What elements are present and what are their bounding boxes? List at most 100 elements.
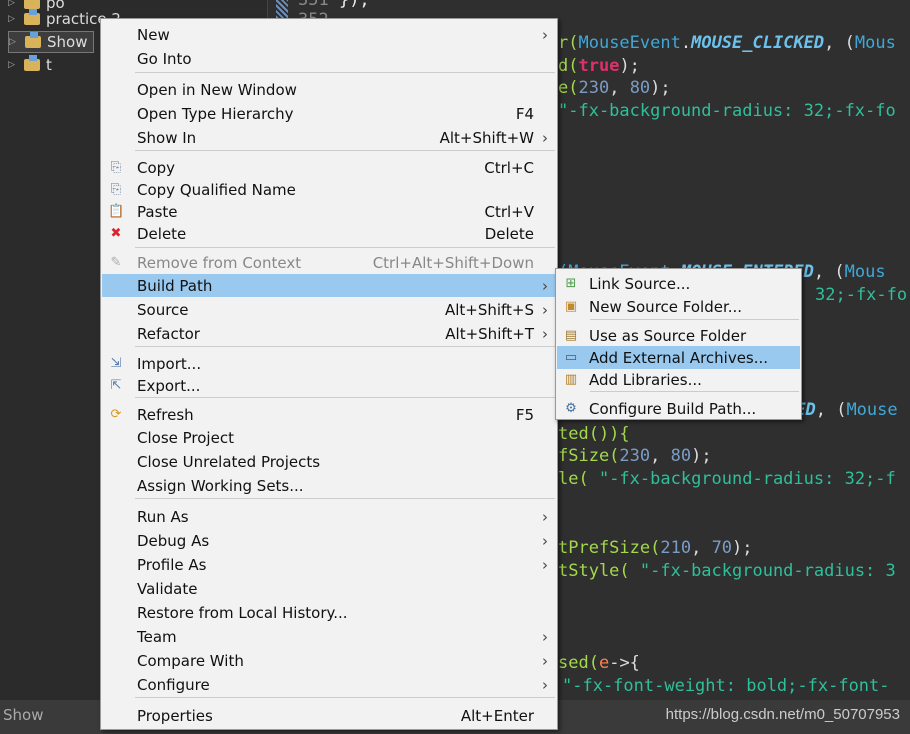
expand-icon[interactable]: ▷ [9,37,19,47]
new-source-folder-icon: ▣ [564,298,578,314]
submenu-arrow-icon: › [542,25,548,44]
menu-item-remove-from-context: ✎ Remove from Context Ctrl+Alt+Shift+Down [102,251,556,274]
expand-icon[interactable]: ▷ [8,14,18,24]
menu-item-restore-from-local-history[interactable]: Restore from Local History... [102,601,556,624]
tree-item-show[interactable]: ▷ Show [8,31,95,53]
menu-item-label: Configure [137,675,210,694]
menu-item-copy[interactable]: ⎘ Copy Ctrl+C [102,156,556,179]
shortcut-label: Alt+Shift+T [445,324,534,343]
menu-separator [135,697,555,698]
code-line: 32;-fx-fo [815,285,908,305]
submenu-arrow-icon: › [542,276,548,295]
menu-item-import[interactable]: ⇲ Import... [102,352,556,375]
submenu-arrow-icon: › [542,507,548,526]
menu-item-link-source[interactable]: ⊞ Link Source... [557,272,800,295]
remove-context-icon: ✎ [110,254,122,270]
submenu-arrow-icon: › [542,627,548,646]
code-line: "-fx-font-weight: bold;-fx-font- [562,676,890,696]
menu-item-refactor[interactable]: Refactor Alt+Shift+T › [102,322,556,345]
menu-item-label: New Source Folder... [589,297,743,316]
menu-item-properties[interactable]: Properties Alt+Enter [102,704,556,727]
menu-separator [135,346,555,347]
menu-item-debug-as[interactable]: Debug As › [102,529,556,552]
menu-item-use-as-source-folder[interactable]: ▤ Use as Source Folder [557,324,800,347]
menu-item-label: Remove from Context [137,253,302,272]
menu-item-label: Configure Build Path... [589,399,757,418]
code-line: sed(e->{ [558,653,640,673]
menu-item-close-project[interactable]: Close Project [102,426,556,449]
menu-item-label: Refresh [137,405,194,424]
code-line: r(MouseEvent.MOUSE_CLICKED, (Mous [558,33,896,53]
expand-icon[interactable]: ▷ [8,0,18,8]
shortcut-label: Ctrl+V [484,202,534,221]
menu-item-delete[interactable]: ✖ Delete Delete [102,222,556,245]
line-number: 351 [298,0,329,10]
menu-item-refresh[interactable]: ⟳ Refresh F5 [102,403,556,426]
menu-item-go-into[interactable]: Go Into [102,47,556,70]
menu-item-compare-with[interactable]: Compare With › [102,649,556,672]
submenu-arrow-icon: › [542,531,548,550]
overview-ruler [276,0,288,18]
menu-item-label: Copy Qualified Name [137,180,296,199]
menu-item-run-as[interactable]: Run As › [102,505,556,528]
menu-item-show-in[interactable]: Show In Alt+Shift+W › [102,126,556,149]
context-menu: New › Go Into Open in New Window Open Type H… [100,18,558,730]
menu-item-configure[interactable]: Configure › [102,673,556,696]
menu-item-label: Run As [137,507,189,526]
menu-item-export[interactable]: ⇱ Export... [102,374,556,397]
menu-item-label: Profile As [137,555,207,574]
project-icon [24,55,40,71]
menu-item-build-path[interactable]: Build Path › [102,274,556,297]
import-icon: ⇲ [110,355,122,371]
menu-item-copy-qualified-name[interactable]: ⎘ Copy Qualified Name [102,178,556,201]
menu-item-add-libraries[interactable]: ▥ Add Libraries... [557,368,800,391]
menu-item-open-type-hierarchy[interactable]: Open Type Hierarchy F4 [102,102,556,125]
project-icon [24,9,40,25]
menu-item-label: New [137,25,170,44]
menu-item-label: Go Into [137,49,192,68]
menu-item-close-unrelated-projects[interactable]: Close Unrelated Projects [102,450,556,473]
source-folder-icon: ▤ [564,327,578,343]
menu-item-new-source-folder[interactable]: ▣ New Source Folder... [557,295,800,318]
menu-item-label: Delete [137,224,187,243]
menu-item-label: Export... [137,376,201,395]
archive-icon: ▭ [564,349,578,365]
menu-item-label: Link Source... [589,274,691,293]
library-icon: ▥ [564,371,578,387]
menu-item-label: Close Unrelated Projects [137,452,321,471]
code-line: d(true); [558,56,640,76]
menu-item-paste[interactable]: 📋 Paste Ctrl+V [102,200,556,223]
menu-separator [135,498,555,499]
code-line: fSize(230, 80); [558,446,712,466]
menu-item-assign-working-sets[interactable]: Assign Working Sets... [102,474,556,497]
shortcut-label: Alt+Shift+S [444,300,534,319]
export-icon: ⇱ [110,377,122,393]
menu-item-new[interactable]: New › [102,23,556,46]
refresh-icon: ⟳ [110,406,122,422]
menu-separator [135,150,555,151]
submenu-arrow-icon: › [542,324,548,343]
menu-item-source[interactable]: Source Alt+Shift+S › [102,298,556,321]
expand-icon[interactable]: ▷ [8,60,18,70]
menu-item-add-external-archives[interactable]: ▭ Add External Archives... [557,346,800,369]
menu-item-label: Paste [137,202,178,221]
menu-item-label: Add External Archives... [589,348,769,367]
menu-item-open-in-new-window[interactable]: Open in New Window [102,78,556,101]
menu-item-configure-build-path[interactable]: ⚙ Configure Build Path... [557,397,800,420]
menu-item-validate[interactable]: Validate [102,577,556,600]
menu-item-label: Open Type Hierarchy [137,104,294,123]
menu-item-label: Import... [137,354,202,373]
watermark: https://blog.csdn.net/m0_50707953 [665,706,900,723]
menu-item-label: Assign Working Sets... [137,476,304,495]
copy-qualified-icon: ⎘ [110,181,122,197]
menu-item-profile-as[interactable]: Profile As › [102,553,556,576]
code-text: }); [328,0,370,10]
menu-item-label: Build Path [137,276,213,295]
shortcut-label: F5 [515,405,534,424]
menu-item-label: Show In [137,128,197,147]
menu-item-team[interactable]: Team › [102,625,556,648]
menu-item-label: Team [137,627,177,646]
shortcut-label: Ctrl+C [484,158,534,177]
submenu-arrow-icon: › [542,300,548,319]
tree-item-t[interactable]: ▷ t [8,54,58,76]
